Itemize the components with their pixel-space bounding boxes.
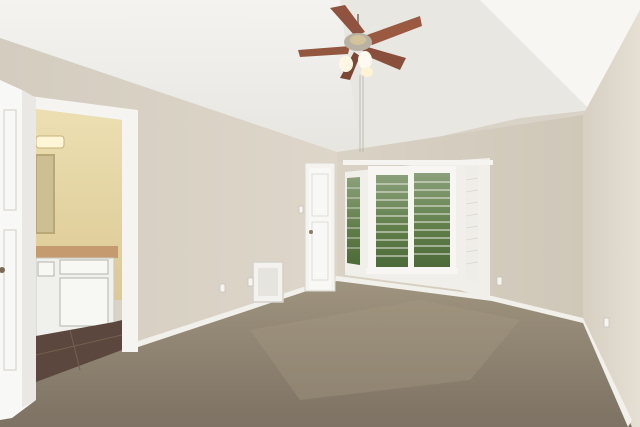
room-photo <box>0 0 640 427</box>
bay-window-left-glass <box>347 177 360 265</box>
vanity-counter <box>36 246 118 258</box>
bay-window-center-glass-right <box>414 173 450 267</box>
light-fixture-icon <box>35 135 65 149</box>
closet-door-knob <box>309 230 313 234</box>
bay-window-center-glass-left <box>376 175 408 267</box>
bay-window-trim <box>343 160 493 165</box>
bathroom-mirror <box>35 154 55 234</box>
vanity-drawer-right <box>59 259 109 275</box>
outlet-icon <box>219 283 226 293</box>
outlet-icon <box>603 317 610 328</box>
open-door-edge <box>22 90 36 408</box>
vanity-door <box>59 277 109 327</box>
bay-window-right-glass <box>466 165 478 282</box>
photo-scene <box>0 0 640 427</box>
floor-vent-grille <box>258 268 278 296</box>
outlet-icon <box>496 276 503 286</box>
window-sill <box>366 268 458 274</box>
outlet-icon <box>247 277 254 287</box>
vanity-drawer-left <box>37 261 55 277</box>
light-switch <box>298 205 304 214</box>
